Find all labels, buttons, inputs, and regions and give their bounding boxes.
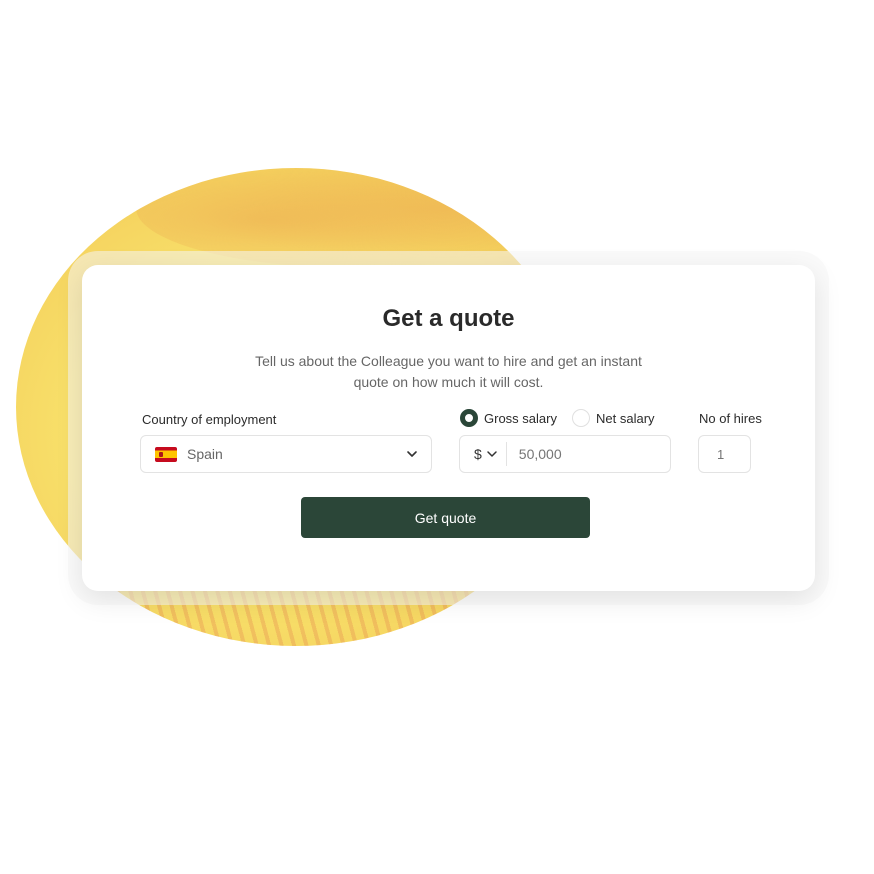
- gross-salary-radio[interactable]: Gross salary: [460, 409, 557, 427]
- gross-salary-label: Gross salary: [484, 410, 557, 426]
- radio-unselected-icon: [572, 409, 590, 427]
- currency-select[interactable]: $: [460, 442, 507, 466]
- quote-card: Get a quote Tell us about the Colleague …: [82, 265, 815, 591]
- blob-texture: [136, 168, 576, 268]
- radio-selected-icon: [460, 409, 478, 427]
- chevron-down-icon: [487, 451, 497, 457]
- hires-input[interactable]: [715, 445, 749, 463]
- salary-field: $: [459, 435, 671, 473]
- card-subtitle: Tell us about the Colleague you want to …: [255, 353, 642, 390]
- country-value: Spain: [187, 446, 223, 462]
- hires-label: No of hires: [699, 411, 762, 426]
- net-salary-radio[interactable]: Net salary: [572, 409, 655, 427]
- hires-field: [698, 435, 751, 473]
- chevron-down-icon: [407, 451, 417, 457]
- country-label: Country of employment: [142, 412, 277, 427]
- currency-symbol: $: [474, 446, 482, 462]
- card-title: Get a quote: [382, 305, 515, 332]
- spain-flag-icon: [155, 446, 177, 462]
- net-salary-label: Net salary: [596, 410, 655, 426]
- salary-input[interactable]: [516, 445, 661, 463]
- get-quote-button[interactable]: Get quote: [301, 497, 590, 538]
- country-select[interactable]: Spain: [140, 435, 432, 473]
